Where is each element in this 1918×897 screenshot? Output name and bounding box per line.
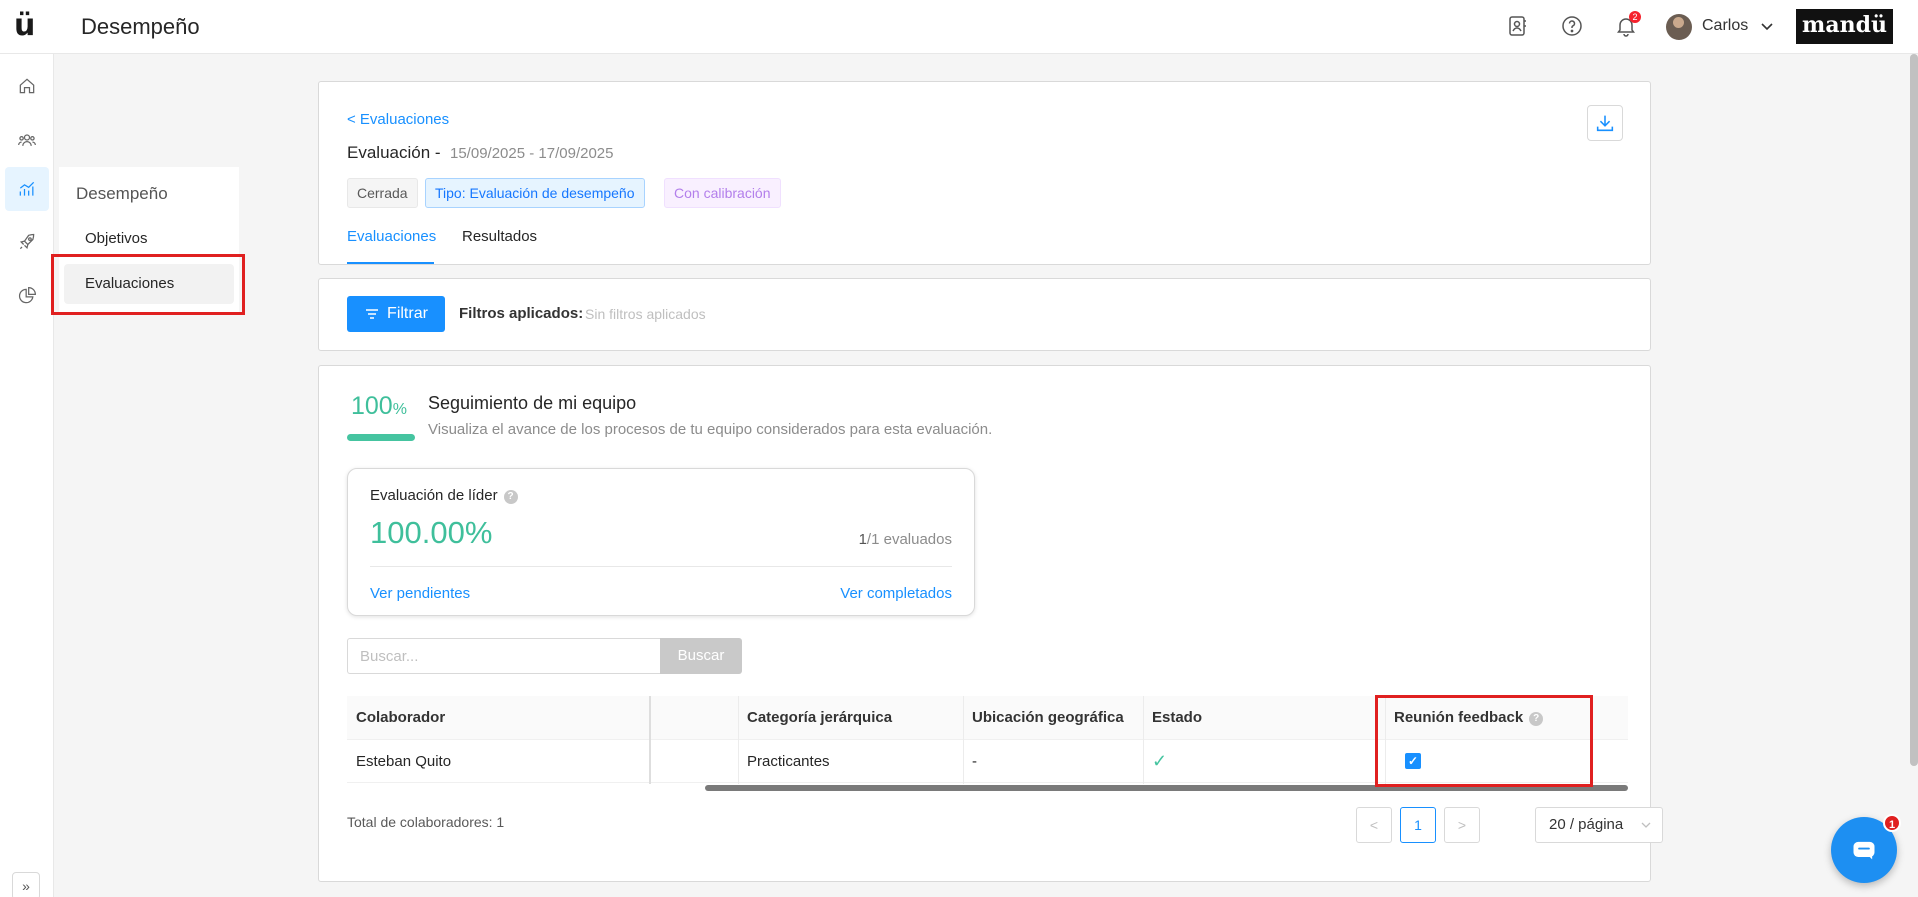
- download-icon: [1596, 115, 1614, 132]
- filter-button[interactable]: Filtrar: [347, 296, 445, 332]
- cell-location: -: [963, 740, 1143, 783]
- leader-evaluation-percent: 100.00%: [370, 515, 493, 550]
- section-title: Seguimiento de mi equipo: [428, 393, 637, 413]
- performance-chart-icon[interactable]: [5, 167, 49, 211]
- status-badge: Cerrada: [347, 178, 418, 208]
- section-subtitle: Visualiza el avance de los procesos de t…: [428, 421, 993, 438]
- home-icon[interactable]: [5, 64, 49, 108]
- page-size-value: 20 / página: [1549, 816, 1624, 833]
- search-input[interactable]: [347, 638, 660, 674]
- help-icon[interactable]: ?: [503, 490, 518, 504]
- fixed-column-divider: [649, 696, 651, 784]
- evaluation-header-card: < Evaluaciones Evaluación - 15/09/2025 -…: [318, 81, 1651, 265]
- submenu-item-objetivos[interactable]: Objetivos: [64, 219, 234, 259]
- tab-resultados[interactable]: Resultados: [462, 228, 537, 245]
- prev-page-button[interactable]: <: [1356, 807, 1392, 843]
- highlight-annotation-feedback: [1375, 695, 1593, 787]
- search-button[interactable]: Buscar: [660, 638, 742, 674]
- cell-category: Practicantes: [738, 740, 963, 783]
- chat-icon: [1853, 841, 1875, 860]
- column-header-collaborator: Colaborador: [347, 696, 649, 740]
- avatar[interactable]: [1666, 14, 1692, 40]
- notification-badge: 2: [1629, 11, 1641, 23]
- team-progress-percent: 100%: [351, 392, 407, 420]
- page-button-1[interactable]: 1: [1400, 807, 1436, 843]
- type-badge: Tipo: Evaluación de desempeño: [425, 178, 645, 208]
- pie-chart-icon[interactable]: [5, 274, 49, 318]
- chat-button[interactable]: 1: [1831, 814, 1901, 883]
- page-title: Desempeño: [81, 14, 200, 39]
- chevron-down-icon: [1641, 822, 1651, 828]
- calibration-badge: Con calibración: [664, 178, 781, 208]
- filter-card: Filtrar Filtros aplicados: Sin filtros a…: [318, 278, 1651, 351]
- applied-filters-value: Sin filtros aplicados: [585, 306, 706, 322]
- page-size-select[interactable]: 20 / página: [1535, 807, 1663, 843]
- notification-bell-icon[interactable]: 2: [1614, 11, 1641, 38]
- filter-icon: [366, 309, 379, 319]
- column-divider: [963, 696, 964, 784]
- team-tracking-card: 100% Seguimiento de mi equipo Visualiza …: [318, 365, 1663, 882]
- download-button[interactable]: [1587, 105, 1623, 141]
- column-divider: [1143, 696, 1144, 784]
- column-divider: [738, 696, 739, 784]
- expand-sidebar-button[interactable]: »: [12, 872, 40, 897]
- view-pending-link[interactable]: Ver pendientes: [370, 585, 470, 602]
- evaluation-title: Evaluación -: [347, 143, 441, 162]
- applied-filters-label: Filtros aplicados:: [459, 305, 584, 322]
- evaluation-dates: 15/09/2025 - 17/09/2025: [450, 145, 614, 162]
- active-tab-indicator: [347, 262, 434, 264]
- column-header-category: Categoría jerárquica: [738, 696, 963, 740]
- vertical-scrollbar[interactable]: [1910, 54, 1918, 766]
- icon-rail: »: [0, 54, 54, 897]
- help-icon[interactable]: [1560, 14, 1584, 38]
- status-check-icon: ✓: [1143, 740, 1385, 783]
- team-progress-bar: [347, 434, 415, 441]
- view-completed-link[interactable]: Ver completados: [840, 585, 952, 602]
- team-icon[interactable]: [5, 118, 49, 162]
- highlight-annotation-evaluaciones: [51, 254, 245, 315]
- column-header-hidden: [649, 696, 738, 740]
- contact-card-icon[interactable]: [1505, 14, 1529, 38]
- back-link[interactable]: < Evaluaciones: [347, 111, 449, 128]
- cell-collaborator: Esteban Quito: [347, 740, 649, 783]
- divider: [370, 566, 952, 567]
- column-header-status: Estado: [1143, 696, 1385, 740]
- leader-evaluation-card: Evaluación de líder? 100.00% 1/1 evaluad…: [347, 468, 975, 616]
- app-logo[interactable]: ü: [14, 10, 35, 42]
- next-page-button[interactable]: >: [1444, 807, 1480, 843]
- column-header-location: Ubicación geográfica: [963, 696, 1143, 740]
- evaluated-count: 1/1 evaluados: [858, 531, 952, 548]
- chevron-down-icon[interactable]: [1759, 18, 1775, 34]
- chat-badge: 1: [1883, 814, 1901, 832]
- top-bar: ü Desempeño 2 Carlos mandü: [0, 0, 1918, 54]
- cell-hidden: [649, 740, 738, 783]
- tab-evaluaciones[interactable]: Evaluaciones: [347, 228, 436, 245]
- total-collaborators: Total de colaboradores: 1: [347, 814, 505, 830]
- filter-button-label: Filtrar: [387, 305, 428, 322]
- rocket-icon[interactable]: [5, 220, 49, 264]
- leader-evaluation-title: Evaluación de líder?: [370, 487, 518, 504]
- submenu-title: Desempeño: [76, 184, 168, 203]
- user-name[interactable]: Carlos: [1702, 17, 1748, 35]
- brand-logo: mandü: [1796, 9, 1893, 44]
